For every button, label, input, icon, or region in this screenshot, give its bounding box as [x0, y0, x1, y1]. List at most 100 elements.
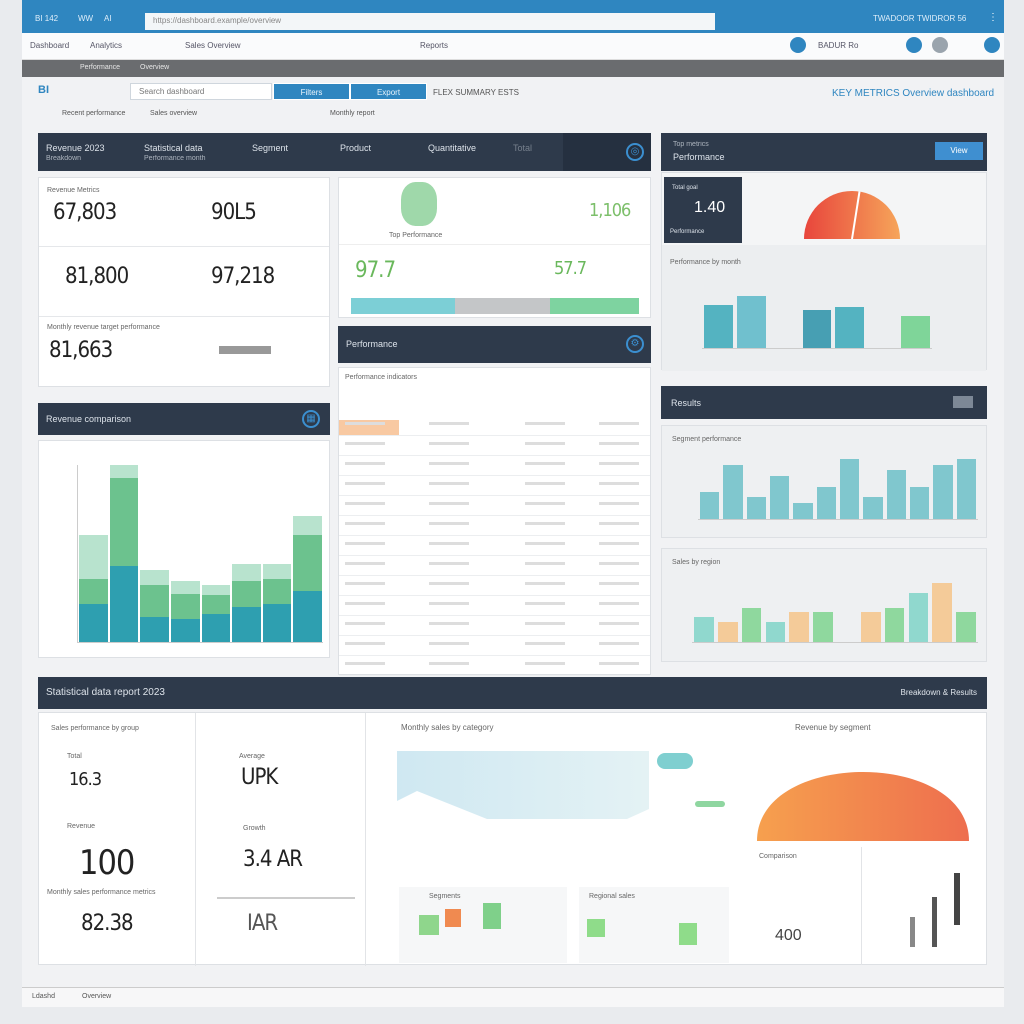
comparison-chart: [861, 847, 987, 965]
report-panel: Sales performance by group Total 16.3 Re…: [38, 712, 987, 966]
table-row[interactable]: [339, 456, 650, 476]
toolbar-item[interactable]: Dashboard: [30, 41, 69, 50]
kpi-value: 100: [79, 843, 135, 883]
kpi-value: 82.38: [81, 911, 134, 936]
kpi-value: 90L5: [211, 200, 257, 225]
menu-icon[interactable]: ⋮: [988, 12, 998, 23]
bar: [723, 464, 743, 519]
settings-icon[interactable]: ⚙: [626, 335, 644, 353]
table-row[interactable]: [339, 656, 650, 676]
sparkline-icon: [219, 346, 271, 354]
bar: [908, 592, 929, 642]
tab[interactable]: TWADOOR: [873, 14, 914, 23]
nav-item-overview[interactable]: Overview: [140, 64, 169, 71]
bar: [840, 459, 860, 519]
legend-swatch: [695, 801, 725, 807]
table-row[interactable]: [339, 556, 650, 576]
filters-button[interactable]: Filters: [273, 83, 350, 100]
bar: [793, 502, 813, 519]
results-chart-2: Sales by region: [661, 548, 987, 662]
bar-segment: [170, 581, 200, 594]
table-row[interactable]: [339, 436, 650, 456]
nav-item-performance[interactable]: Performance: [80, 64, 120, 71]
table-title: Performance indicators: [345, 374, 417, 381]
dashboard-icon[interactable]: ◎: [626, 143, 644, 161]
kpi-value: IAR: [247, 911, 278, 936]
settings-icon[interactable]: [906, 37, 922, 53]
tab[interactable]: AI: [104, 14, 112, 23]
link[interactable]: Monthly report: [330, 110, 375, 117]
kpi-label: Monthly revenue target performance: [47, 324, 160, 331]
chart-title: Regional sales: [589, 893, 635, 900]
report-header: Statistical data report 2023 Breakdown &…: [38, 677, 987, 709]
bar-segment: [293, 534, 322, 592]
bar-segment: [170, 619, 200, 642]
table-row[interactable]: [339, 536, 650, 556]
summary-col: Revenue 2023: [46, 143, 105, 153]
panel-title: Revenue comparison: [46, 414, 132, 424]
summary-sub: Performance month: [144, 155, 206, 162]
slider[interactable]: [217, 897, 355, 899]
status-bar: Ldashd Overview: [22, 987, 1004, 1007]
bar-segment: [79, 534, 108, 579]
chart-icon[interactable]: ▦: [302, 410, 320, 428]
table-row[interactable]: [339, 416, 650, 436]
bar-segment: [262, 578, 292, 605]
help-icon[interactable]: [932, 37, 948, 53]
nav-bar: [22, 60, 1004, 77]
tab[interactable]: BI 142: [35, 14, 58, 23]
view-button[interactable]: View: [935, 142, 983, 160]
toolbar-item[interactable]: Analytics: [90, 41, 122, 50]
profile-icon[interactable]: [790, 37, 806, 53]
right-top-bar-chart: [702, 283, 932, 349]
search-input[interactable]: Search dashboard: [130, 83, 272, 100]
kpi-label: Monthly sales performance metrics: [47, 889, 156, 896]
footer-item[interactable]: Ldashd: [32, 993, 55, 1000]
status-text: FLEX SUMMARY ESTS: [433, 88, 519, 97]
top-metrics-card: Total goal 1.40 Performance Performance …: [661, 172, 987, 371]
bar-segment: [140, 616, 169, 642]
menu-icon[interactable]: [953, 396, 973, 408]
results-header: Results: [661, 386, 987, 419]
table-row[interactable]: [339, 576, 650, 596]
kpi-label: Growth: [243, 825, 266, 832]
address-bar[interactable]: https://dashboard.example/overview: [145, 13, 715, 30]
footer-item[interactable]: Overview: [82, 993, 111, 1000]
bar-segment: [170, 593, 200, 620]
chart-title: Segment performance: [672, 436, 742, 443]
toolbar-item[interactable]: Reports: [420, 41, 448, 50]
kpi-value: 97,218: [211, 264, 275, 289]
toolbar-item[interactable]: Sales Overview: [185, 41, 241, 50]
summary-col: Statistical data: [144, 143, 203, 153]
table-row[interactable]: [339, 636, 650, 656]
table-row[interactable]: [339, 496, 650, 516]
kpi-value: 67,803: [53, 200, 117, 225]
revenue-chart: [38, 440, 330, 658]
account-icon[interactable]: [984, 37, 1000, 53]
header-title: Top metrics: [673, 141, 709, 148]
bar: [956, 459, 976, 519]
table-row[interactable]: [339, 476, 650, 496]
tab[interactable]: TWIDROR 56: [917, 14, 966, 23]
kpi-label: Total goal: [672, 185, 698, 191]
bar-segment: [293, 591, 322, 642]
toolbar-item[interactable]: BADUR Ro: [818, 41, 858, 50]
tab[interactable]: WW: [78, 14, 93, 23]
table-row[interactable]: [339, 616, 650, 636]
table-row[interactable]: [339, 596, 650, 616]
link[interactable]: Recent performance: [62, 110, 125, 117]
table-row[interactable]: [339, 516, 650, 536]
kpi-footer: Performance: [670, 229, 705, 235]
gauge-arc: [804, 191, 900, 239]
chart-title: Revenue by segment: [795, 723, 871, 732]
logo: BI: [38, 84, 49, 96]
chart-title: Monthly sales by category: [401, 723, 494, 732]
summary-col: Quantitative: [428, 143, 477, 153]
kpi-value: 16.3: [69, 769, 102, 790]
metric-panel: Top Performance 1,106 97.7 57.7: [338, 177, 651, 318]
export-button[interactable]: Export: [350, 83, 427, 100]
gauge-chart: [804, 191, 900, 240]
bar: [813, 612, 833, 642]
link[interactable]: Sales overview: [150, 110, 197, 117]
chart-title: Sales by region: [672, 559, 721, 566]
